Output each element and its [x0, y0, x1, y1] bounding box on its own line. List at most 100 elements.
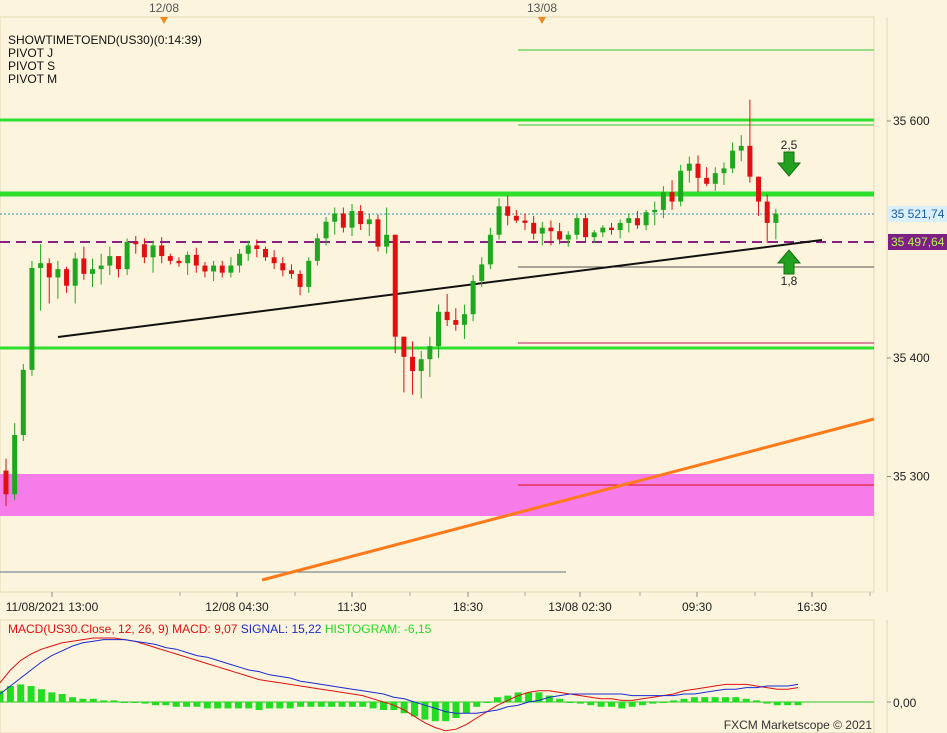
candle-body — [513, 215, 519, 221]
time-tick-label: 18:30 — [453, 600, 483, 614]
histogram-bar — [110, 700, 118, 702]
candle-body — [150, 245, 156, 258]
candle-body — [323, 221, 329, 239]
candle — [375, 214, 381, 252]
histogram-bar — [27, 686, 35, 702]
svg-text:13/08: 13/08 — [527, 1, 557, 15]
histogram-bar — [338, 702, 346, 707]
macd-legend-item: MACD: 9,07 — [169, 622, 238, 636]
candle-body — [626, 218, 632, 223]
support-zone — [0, 474, 874, 516]
time-tick-label: 16:30 — [797, 600, 827, 614]
macd-legend: MACD(US30.Close, 12, 26, 9) MACD: 9,07 S… — [8, 622, 432, 636]
candle-body — [288, 270, 294, 274]
histogram-bar — [670, 700, 678, 702]
histogram-bar — [69, 697, 77, 702]
histogram-bar — [297, 702, 305, 707]
indicator-pivot-j: PIVOT J — [8, 46, 53, 60]
candle-body — [133, 241, 139, 245]
candle-body — [721, 168, 727, 174]
histogram-bar — [411, 702, 419, 717]
candle-body — [764, 201, 770, 223]
price-badge-purple: 35 497,64 — [888, 234, 947, 250]
time-tick-label: 09:30 — [682, 600, 712, 614]
candle-body — [712, 173, 718, 184]
price-axis: 35 600 35 400 35 300 — [887, 114, 930, 484]
candle-body — [38, 263, 44, 268]
candle-body — [617, 222, 623, 231]
candle-body — [470, 280, 476, 315]
price-tick-label: 35 300 — [893, 470, 930, 484]
candle-body — [410, 356, 416, 372]
histogram-bar — [763, 702, 771, 704]
candle-body — [3, 470, 9, 495]
candle-body — [384, 234, 390, 247]
histogram-bar — [742, 698, 750, 702]
histogram-bar — [794, 702, 802, 706]
histogram-bar — [193, 702, 201, 707]
candle-body — [228, 265, 234, 273]
histogram-bar — [328, 702, 336, 707]
candle-body — [29, 267, 35, 370]
histogram-bar — [493, 697, 501, 702]
histogram-bar — [649, 702, 657, 704]
histogram-bar — [659, 702, 667, 703]
histogram-bar — [120, 702, 128, 703]
candle-body — [90, 269, 95, 274]
histogram-bar — [100, 700, 108, 702]
histogram-bar — [452, 702, 460, 718]
price-tick-label: 35 400 — [893, 351, 930, 365]
candle-body — [548, 227, 554, 232]
histogram-bar — [753, 700, 761, 702]
candle — [29, 260, 35, 376]
candle-body — [141, 244, 147, 258]
histogram-bar — [721, 697, 729, 702]
candle-body — [107, 256, 113, 266]
candle-body — [496, 206, 502, 235]
candle-body — [12, 435, 18, 495]
histogram-bar — [483, 702, 491, 703]
price-badge-current-label: 35 521,74 — [891, 207, 945, 221]
candle-body — [64, 269, 70, 286]
histogram-bar — [89, 698, 97, 702]
histogram-bar — [462, 702, 470, 714]
macd-legend-item: MACD(US30.Close, 12, 26, 9) — [8, 622, 169, 636]
histogram-bar — [690, 697, 698, 702]
histogram-bar — [48, 692, 56, 702]
histogram-bar — [286, 702, 294, 709]
indicator-showtimetoend: SHOWTIMETOEND(US30)(0:14:39) — [8, 33, 202, 47]
candle-body — [634, 218, 640, 226]
indicator-pivot-s: PIVOT S — [8, 59, 55, 73]
candle-body — [427, 346, 433, 360]
candle-body — [600, 227, 606, 233]
candle-body — [453, 320, 459, 325]
candle-body — [81, 258, 87, 274]
candle-body — [254, 245, 260, 249]
candle-body — [306, 260, 312, 287]
candle-body — [185, 254, 191, 264]
candle-body — [444, 311, 450, 321]
candle-body — [678, 170, 684, 202]
histogram-bar — [680, 698, 688, 702]
macd-legend-item: HISTOGRAM: -6,15 — [321, 622, 431, 636]
histogram-bar — [639, 702, 647, 706]
histogram-bar — [556, 698, 564, 702]
time-tick-label: 11:30 — [337, 600, 366, 614]
candle-body — [704, 177, 710, 184]
time-tick-label: 12/08 04:30 — [205, 600, 269, 614]
candle-body — [280, 263, 286, 271]
candle-body — [557, 231, 563, 240]
chart-canvas: 12/08 13/08 2,5 1,8 SHOWTIMETOEND(US30)(… — [0, 1, 947, 733]
histogram-bar — [131, 702, 139, 703]
candle-body — [297, 273, 303, 287]
candle-body — [72, 258, 78, 286]
candle-body — [202, 265, 208, 272]
histogram-bar — [607, 702, 615, 707]
candle-body — [461, 314, 467, 325]
price-badge-current: 35 521,74 — [888, 206, 947, 222]
histogram-bar — [566, 702, 574, 703]
histogram-bar — [151, 702, 159, 706]
histogram-bar — [597, 702, 605, 707]
histogram-bar — [307, 702, 315, 707]
histogram-bar — [701, 697, 709, 702]
